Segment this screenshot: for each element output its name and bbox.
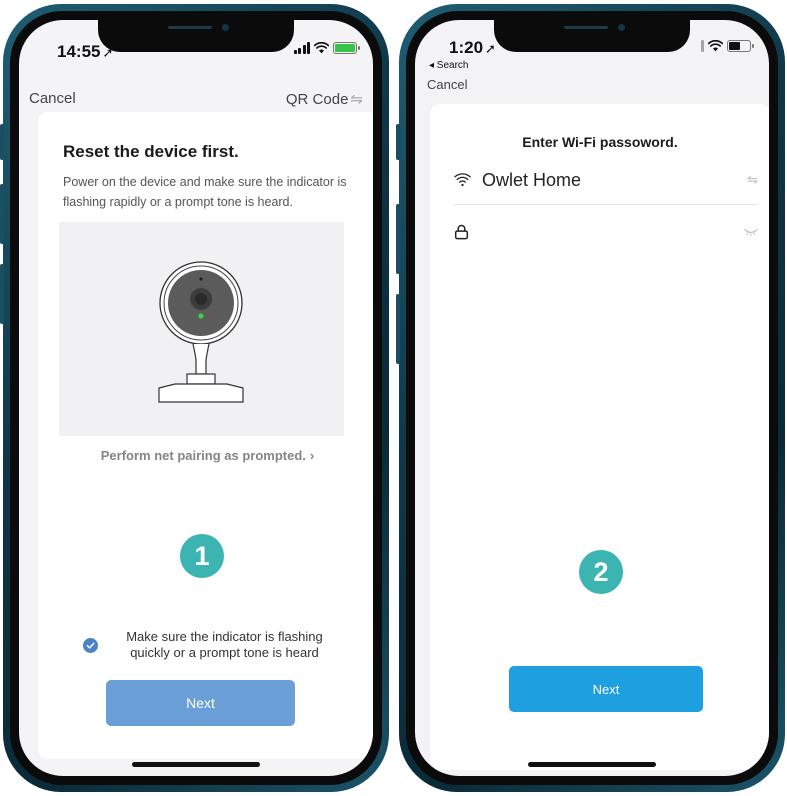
page-title: Enter Wi-Fi passoword.: [522, 134, 678, 150]
earpiece-speaker: [168, 26, 212, 29]
volume-down-button: [396, 294, 400, 364]
location-arrow-icon: ➚: [485, 41, 496, 56]
eye-closed-icon[interactable]: [744, 228, 758, 236]
mute-switch: [396, 124, 400, 160]
pairing-guide-link[interactable]: Perform net pairing as prompted. ›: [38, 448, 373, 463]
confirm-label: Make sure the indicator is flashing quic…: [126, 629, 323, 660]
earpiece-speaker: [564, 26, 608, 29]
cancel-button[interactable]: Cancel: [427, 77, 467, 92]
wifi-network-row[interactable]: Owlet Home ⇋: [454, 159, 758, 201]
volume-down-button: [0, 264, 4, 324]
status-time: 14:55 ➚: [57, 42, 114, 61]
home-indicator[interactable]: [132, 762, 260, 767]
wifi-network-name: Owlet Home: [482, 169, 582, 190]
qr-code-button[interactable]: QR Code ⇋: [286, 90, 363, 108]
phone-bezel: 1:20 ➚ ◂ Search Cancel Enter Wi-Fi passow: [406, 11, 778, 785]
switch-network-icon[interactable]: ⇋: [747, 172, 758, 188]
screen-wifi-password: 1:20 ➚ ◂ Search Cancel Enter Wi-Fi passow: [415, 20, 769, 776]
next-button[interactable]: Next: [106, 680, 295, 726]
battery-charging-icon: [333, 42, 360, 54]
wifi-status-icon: [708, 40, 723, 52]
step-number-badge: 1: [180, 534, 224, 578]
location-arrow-icon: ➚: [102, 45, 114, 60]
volume-up-button: [396, 204, 400, 274]
swap-icon: ⇋: [350, 91, 363, 108]
password-row: [454, 217, 758, 247]
chevron-right-icon: ›: [309, 448, 315, 463]
notch: [494, 20, 690, 52]
phone-frame-right: 1:20 ➚ ◂ Search Cancel Enter Wi-Fi passow: [396, 4, 785, 792]
back-to-search-link[interactable]: ◂ Search: [429, 60, 468, 71]
status-icons: [293, 42, 360, 54]
divider: [454, 204, 758, 205]
reset-card: Reset the device first. Power on the dev…: [38, 112, 373, 759]
wifi-card: Enter Wi-Fi passoword. Owlet Home ⇋ 2 Ne…: [430, 104, 769, 770]
mute-switch: [0, 124, 4, 160]
status-time: 1:20 ➚: [449, 38, 496, 57]
phone-bezel: 14:55 ➚ Cancel QR Code ⇋ Reset the devic…: [10, 11, 382, 785]
confirm-checkbox-row[interactable]: Make sure the indicator is flashing quic…: [83, 629, 343, 661]
home-indicator[interactable]: [528, 762, 656, 767]
screen-reset-device: 14:55 ➚ Cancel QR Code ⇋ Reset the devic…: [19, 20, 373, 776]
phone-frame-left: 14:55 ➚ Cancel QR Code ⇋ Reset the devic…: [0, 4, 389, 792]
battery-icon: [727, 40, 754, 52]
front-camera: [222, 24, 229, 31]
cellular-signal-icon: [701, 40, 704, 52]
step-number-badge: 2: [579, 550, 623, 594]
camera-device-icon: [158, 261, 244, 403]
wifi-status-icon: [314, 42, 329, 54]
status-icons: [701, 40, 754, 52]
page-title: Reset the device first.: [63, 142, 239, 161]
volume-up-button: [0, 184, 4, 244]
notch: [98, 20, 294, 52]
instruction-text: Power on the device and make sure the in…: [63, 175, 347, 209]
front-camera: [618, 24, 625, 31]
checkbox-checked-icon[interactable]: [83, 637, 98, 653]
lock-icon: [454, 224, 469, 240]
wifi-icon: [454, 173, 471, 187]
next-button[interactable]: Next: [509, 666, 703, 712]
camera-illustration: [59, 222, 344, 436]
cancel-button[interactable]: Cancel: [29, 90, 76, 107]
password-input[interactable]: [479, 223, 744, 241]
cellular-signal-icon: [293, 42, 310, 54]
